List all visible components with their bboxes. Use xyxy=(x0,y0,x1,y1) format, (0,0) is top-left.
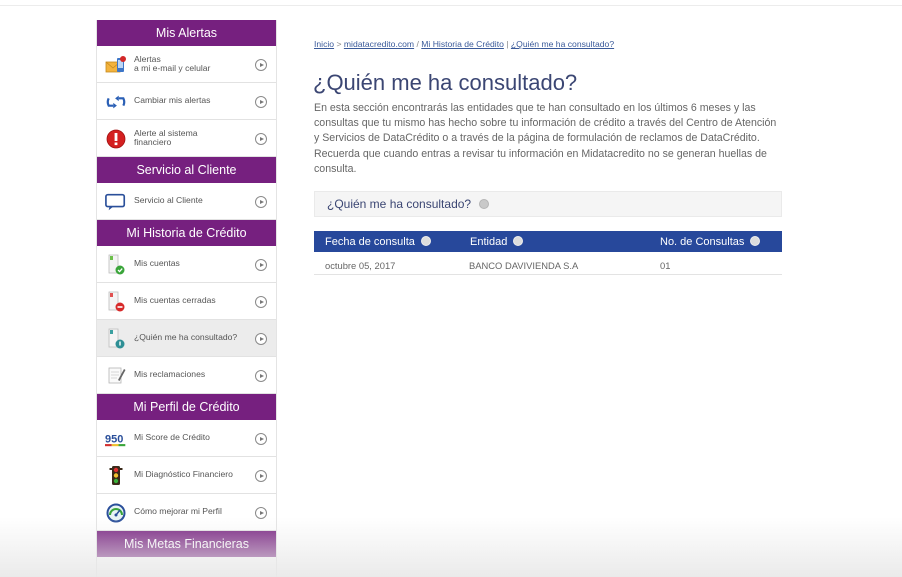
email-phone-alert-icon xyxy=(105,54,127,76)
top-divider xyxy=(0,5,902,6)
svg-text:950: 950 xyxy=(105,433,123,445)
change-arrows-icon xyxy=(105,91,127,113)
cell-fecha: octubre 05, 2017 xyxy=(325,260,396,271)
sidebar-section-servicio-cliente: Servicio al Cliente xyxy=(97,157,276,183)
chevron-right-icon xyxy=(255,59,267,71)
breadcrumb-site-link[interactable]: midatacredito.com xyxy=(344,39,414,49)
chevron-right-icon xyxy=(255,196,267,208)
sidebar: Mis Alertas Alertas a mi e-mail y celula… xyxy=(96,20,277,577)
sidebar-item-label: Mis cuentas xyxy=(134,258,180,269)
chevron-right-icon xyxy=(255,333,267,345)
sidebar-item-label: Mi Score de Crédito xyxy=(134,432,210,443)
sidebar-item-diagnostico[interactable]: Mi Diagnóstico Financiero xyxy=(97,457,276,494)
sidebar-item-label: Cómo mejorar mi Perfil xyxy=(134,506,222,517)
sidebar-section-perfil-credito: Mi Perfil de Crédito xyxy=(97,394,276,420)
table-header: Fecha de consulta Entidad No. de Consult… xyxy=(314,231,782,252)
sidebar-item-cuentas-cerradas[interactable]: Mis cuentas cerradas xyxy=(97,283,276,320)
sidebar-item-label: ¿Quién me ha consultado? xyxy=(134,332,238,343)
chevron-right-icon xyxy=(255,470,267,482)
traffic-light-icon xyxy=(105,465,127,487)
column-header-fecha[interactable]: Fecha de consulta xyxy=(325,235,431,248)
sidebar-item-label: Servicio al Cliente xyxy=(134,195,203,206)
sidebar-item-servicio-cliente[interactable]: Servicio al Cliente xyxy=(97,183,276,220)
table-row: octubre 05, 2017 BANCO DAVIVIENDA S.A 01 xyxy=(314,253,782,275)
page-title: ¿Quién me ha consultado? xyxy=(313,70,578,95)
chevron-right-icon xyxy=(255,133,267,145)
sidebar-item-reclamaciones[interactable]: Mis reclamaciones xyxy=(97,357,276,394)
cell-consultas: 01 xyxy=(660,260,671,271)
sidebar-item-label: Mis reclamaciones xyxy=(134,369,206,380)
breadcrumb-separator: | xyxy=(506,39,509,49)
notepad-icon xyxy=(105,365,127,387)
exclamation-icon xyxy=(105,128,127,150)
sidebar-item-label: Mi Diagnóstico Financiero xyxy=(134,469,233,480)
chevron-right-icon xyxy=(255,96,267,108)
accounts-consult-icon xyxy=(105,328,127,350)
info-icon[interactable] xyxy=(479,199,490,209)
breadcrumb-separator: > xyxy=(336,39,342,49)
sidebar-item-label: Alerte al sistema financiero xyxy=(134,127,198,147)
consult-panel-header[interactable]: ¿Quién me ha consultado? xyxy=(314,191,782,217)
sidebar-item-mejorar-perfil[interactable]: Cómo mejorar mi Perfil xyxy=(97,494,276,531)
accounts-closed-icon xyxy=(105,291,127,313)
breadcrumb: Inicio > midatacredito.com / Mi Historia… xyxy=(314,39,614,49)
sidebar-item-quien-consultado[interactable]: ¿Quién me ha consultado? xyxy=(97,320,276,357)
intro-text: En esta sección encontrarás las entidade… xyxy=(314,102,777,175)
sidebar-item-alertas[interactable]: Alertas a mi e-mail y celular xyxy=(97,46,276,83)
chevron-right-icon xyxy=(255,370,267,382)
column-header-entidad[interactable]: Entidad xyxy=(470,235,524,248)
sidebar-section-historia-credito: Mi Historia de Crédito xyxy=(97,220,276,246)
chevron-right-icon xyxy=(255,296,267,308)
chevron-right-icon xyxy=(255,433,267,445)
cell-entidad: BANCO DAVIVIENDA S.A xyxy=(469,260,579,271)
breadcrumb-history-link[interactable]: Mi Historia de Crédito xyxy=(421,39,504,49)
sidebar-section-mis-alertas: Mis Alertas xyxy=(97,20,276,46)
sidebar-item-cambiar-alertas[interactable]: Cambiar mis alertas xyxy=(97,83,276,120)
panel-title: ¿Quién me ha consultado? xyxy=(327,197,472,211)
sort-icon[interactable] xyxy=(420,235,431,246)
sort-icon[interactable] xyxy=(750,235,761,246)
column-header-consultas[interactable]: No. de Consultas xyxy=(660,235,761,248)
sidebar-section-metas-financieras: Mis Metas Financieras xyxy=(97,531,276,557)
sidebar-item-mis-cuentas[interactable]: Mis cuentas xyxy=(97,246,276,283)
gauge-icon xyxy=(105,502,127,524)
sidebar-item-label: Alertas a mi e-mail y celular xyxy=(134,53,211,73)
chat-bubble-icon xyxy=(105,191,127,213)
sort-icon[interactable] xyxy=(513,235,524,246)
chevron-right-icon xyxy=(255,259,267,271)
accounts-check-icon xyxy=(105,254,127,276)
sidebar-item-label: Cambiar mis alertas xyxy=(134,95,211,106)
sidebar-item-score[interactable]: 950 Mi Score de Crédito xyxy=(97,420,276,457)
breadcrumb-home-link[interactable]: Inicio xyxy=(314,39,334,49)
breadcrumb-current-link[interactable]: ¿Quién me ha consultado? xyxy=(511,39,614,49)
sidebar-item-alerte-sistema[interactable]: Alerte al sistema financiero xyxy=(97,120,276,157)
sidebar-item-label: Mis cuentas cerradas xyxy=(134,295,216,306)
breadcrumb-separator: / xyxy=(416,39,419,49)
score-950-icon: 950 xyxy=(105,428,127,450)
chevron-right-icon xyxy=(255,507,267,519)
